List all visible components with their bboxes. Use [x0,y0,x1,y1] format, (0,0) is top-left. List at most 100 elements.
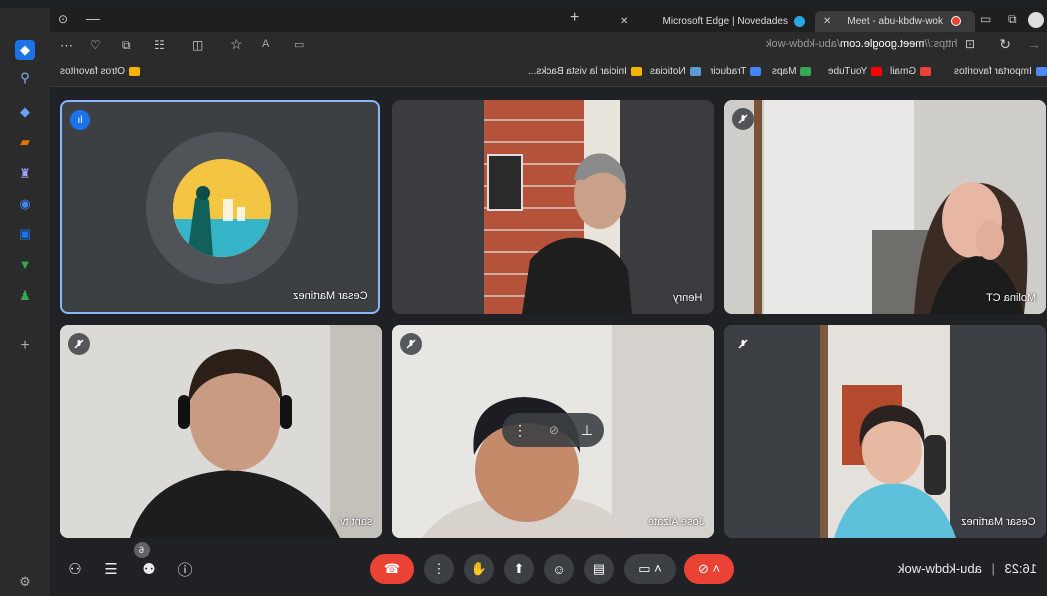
read-aloud-icon[interactable]: A [262,38,269,50]
drop-icon[interactable]: ▼ [15,254,35,274]
url-scheme: https:// [923,38,957,50]
meeting-info: 16:23 | abu-kbdw-wok [898,561,1037,576]
gmail-icon [920,67,932,76]
participant-name: Jose Alzate [647,516,704,528]
minimize-icon[interactable]: — [86,10,100,26]
participant-tile[interactable]: ⋮ ⊘ ⊥ Jose Alzate [392,325,714,538]
games-icon[interactable]: ♜ [15,164,35,184]
room-bg [724,100,1046,314]
refresh-icon[interactable]: ↻ [999,36,1011,53]
favorite-star-icon[interactable]: ☆ [230,36,243,53]
favorite-item[interactable]: Iniciar la vista Backs... [528,66,642,77]
tag-icon[interactable]: ◆ [15,102,35,122]
participant-tile[interactable]: ıl Cesar Martinez [60,100,380,314]
recording-icon [951,16,961,26]
windows-icon [630,67,642,76]
lock-icon[interactable]: ⊡ [965,37,975,51]
separator: | [991,561,995,576]
people-icon[interactable]: ⚉ [138,558,160,580]
participant-name: Cesar Martinez [961,516,1036,528]
participant-name: sant tv [339,516,372,528]
favorites-bar-icon[interactable]: ☷ [154,38,165,52]
present-button[interactable]: ⬆ [504,554,534,584]
translate-icon [750,67,762,76]
app-available-icon[interactable]: ▭ [294,38,304,51]
reactions-button[interactable]: ☺ [544,554,574,584]
close-icon[interactable]: ✕ [620,11,628,32]
avatar [173,159,271,257]
profile-avatar[interactable] [1028,12,1044,28]
activities-icon[interactable]: ⚇ [64,558,86,580]
mic-off-icon [732,333,754,355]
chat-icon[interactable]: ☰ [100,558,122,580]
favorites-bar: Otros favoritos Iniciar la vista Backs..… [50,60,1047,87]
mute-participant-icon[interactable]: ⊘ [549,423,559,437]
more-options-button[interactable]: ⋮ [424,554,454,584]
tab-meet[interactable]: ✕ Meet - abu-kbdw-wok [815,11,975,32]
add-icon[interactable]: + [15,336,35,356]
tools-icon[interactable]: ♟ [15,286,35,306]
tab-actions-icon[interactable]: ▭ [980,12,991,26]
favorite-label: Iniciar la vista Backs... [528,66,627,77]
news-icon [689,67,701,76]
close-icon[interactable]: ✕ [823,11,831,32]
import-icon [1035,67,1047,76]
back-icon[interactable]: → [1027,36,1041,52]
meeting-code: abu-kbdw-wok [897,561,982,576]
participant-tile[interactable]: Molina CT [724,100,1046,314]
m365-icon[interactable]: ◉ [15,194,35,214]
search-icon[interactable]: ⚲ [15,68,35,88]
meeting-time: 16:23 [1004,561,1037,576]
new-tab-button[interactable]: + [570,9,579,27]
edge-icon [794,16,805,27]
favorite-item[interactable]: Noticias [650,66,701,77]
youtube-icon [871,67,883,76]
window-icon[interactable]: ⊙ [58,12,68,26]
settings-icon[interactable]: ⚙ [15,572,35,592]
briefcase-icon[interactable]: ▰ [15,132,35,152]
camera-button[interactable]: ▭ ˄ [624,554,676,584]
copilot-icon[interactable]: ♡ [90,38,101,52]
info-icon[interactable]: ⓘ [174,558,196,580]
participant-name: Molina CT [985,292,1036,304]
more-icon[interactable]: ⋯ [60,38,73,54]
captions-button[interactable]: ▤ [584,554,614,584]
favorite-item[interactable]: YouTube [828,66,883,77]
favorite-item[interactable]: Importar favoritos [954,66,1047,77]
tab-label: Meet - abu-kbdw-wok [847,16,943,27]
people-count: 6 [139,545,145,555]
tab-edge-news[interactable]: ✕ Microsoft Edge | Novedades [610,11,810,32]
split-screen-icon[interactable]: ◫ [192,38,203,52]
pin-icon[interactable]: ⊥ [581,422,593,439]
microphone-button[interactable]: ⊘ ˄ [684,554,734,584]
workspaces-icon[interactable]: ⧉ [1008,12,1017,27]
copilot-icon[interactable]: ◆ [15,40,35,60]
address-bar: ⋯ ♡ ⧉ ☷ ◫ ☆ A ▭ https://meet.google.com/… [50,32,1047,60]
tile-hover-actions: ⋮ ⊘ ⊥ [502,413,604,447]
meeting-stage: ıl Cesar Martinez Henry Molina CT sant t… [50,87,1047,596]
people-count-badge: 6 [134,542,150,558]
other-favorites[interactable]: Otros favoritos [60,66,141,77]
participant-tile[interactable]: Cesar Martinez [724,325,1046,538]
collections-icon[interactable]: ⧉ [122,38,131,53]
maps-icon [800,67,812,76]
person-henry [522,153,632,314]
url-field[interactable]: https://meet.google.com/abu-kbdw-wok [766,38,957,50]
favorite-label: Traducir [710,66,747,77]
leave-call-button[interactable]: ☎ [370,554,414,584]
favorite-item[interactable]: Gmail [890,66,932,77]
more-options-icon[interactable]: ⋮ [513,422,527,439]
mic-off-icon [732,108,754,130]
tab-label: Microsoft Edge | Novedades [662,16,788,27]
other-favorites-label: Otros favoritos [60,66,126,77]
raise-hand-button[interactable]: ✋ [464,554,494,584]
participant-tile[interactable]: sant tv [60,325,382,538]
favorite-item[interactable]: Traducir [710,66,762,77]
outlook-icon[interactable]: ▣ [15,224,35,244]
folder-icon [129,67,141,76]
participant-tile[interactable]: Henry [392,100,714,314]
url-host: meet.google.com [839,38,924,50]
favorite-item[interactable]: Maps [772,66,812,77]
favorite-label: Maps [772,66,797,77]
speaking-indicator-icon: ıl [70,110,90,130]
